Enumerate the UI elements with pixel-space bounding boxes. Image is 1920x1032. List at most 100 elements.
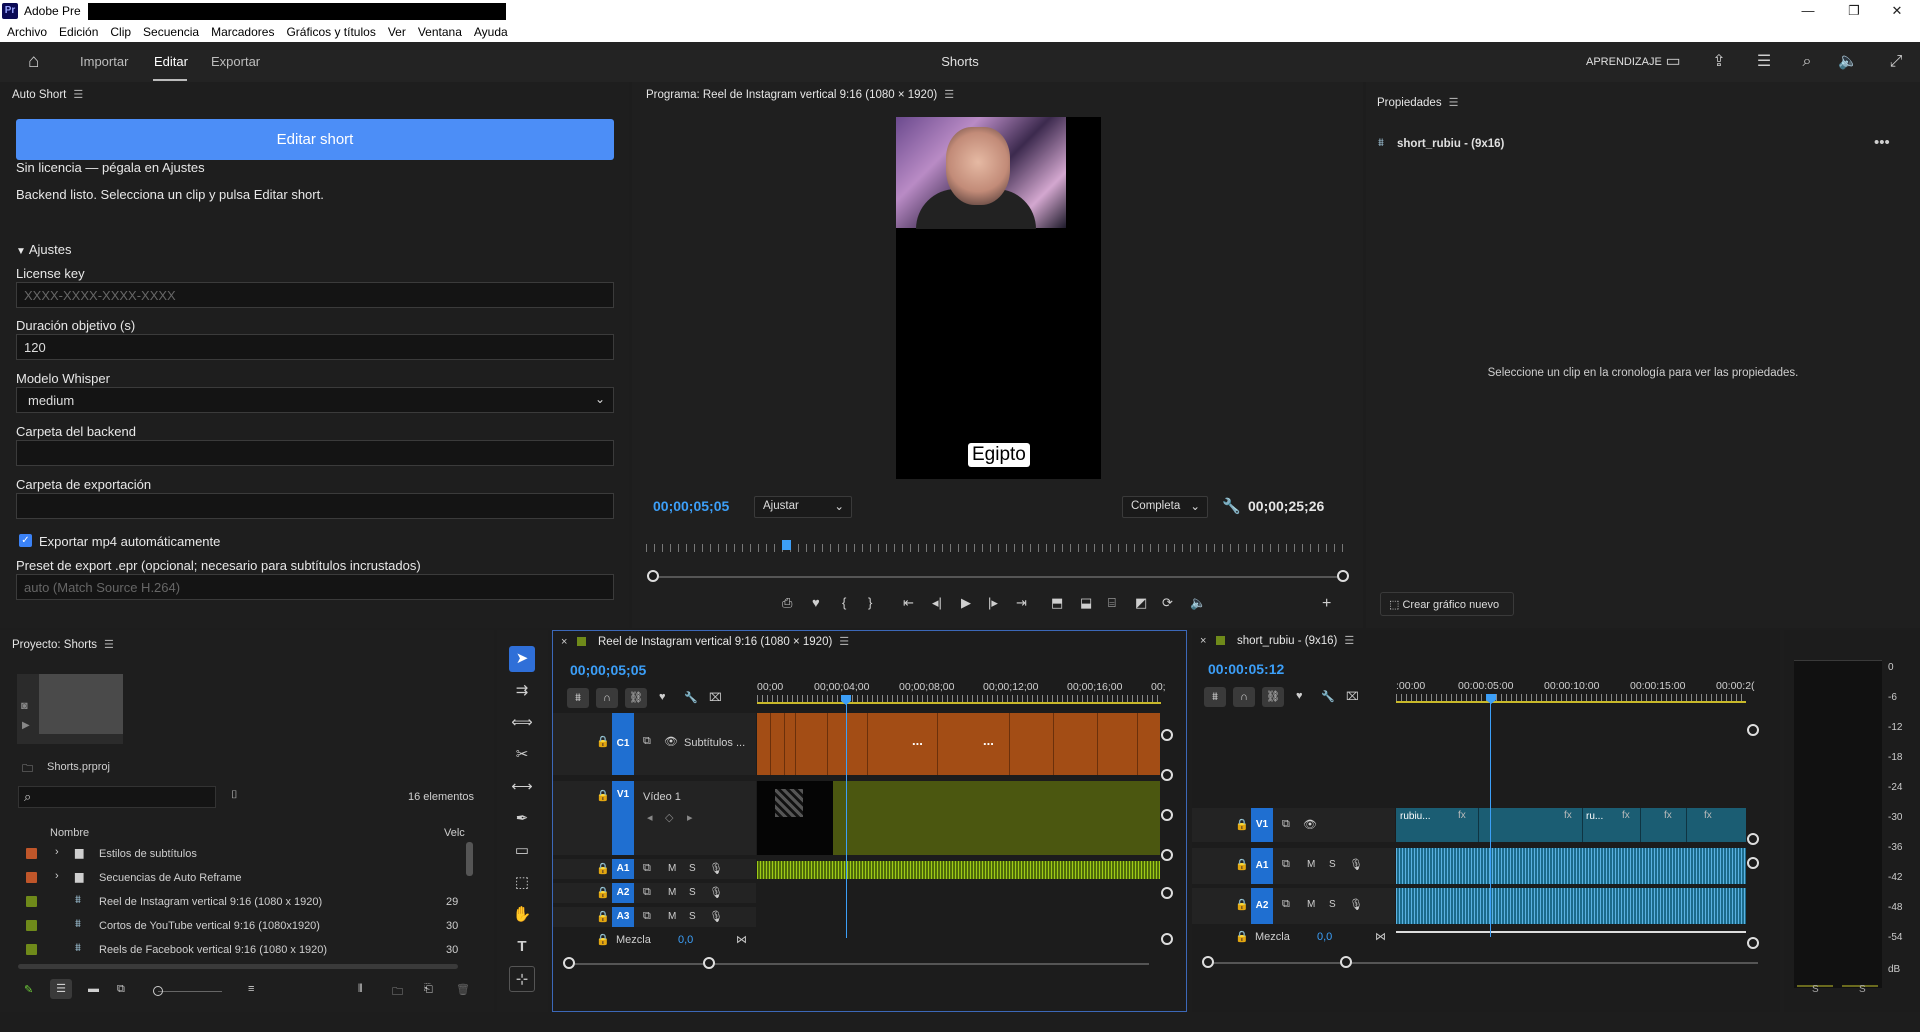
learning-link[interactable]: APRENDIZAJE [1586,56,1662,68]
microphone-icon[interactable]: 🎙 [1349,898,1363,911]
sync-lock-icon[interactable]: ⧉ [1282,898,1290,911]
mute-button[interactable]: M [668,887,676,898]
button-editor-icon[interactable]: + [1322,595,1331,613]
menu-ayuda[interactable]: Ayuda [474,25,508,39]
microphone-icon[interactable]: 🎙 [709,862,723,875]
menu-ventana[interactable]: Ventana [418,25,462,39]
selection-tool-icon[interactable]: ➤ [509,646,535,672]
linked-selection-icon[interactable]: ⛓ [1262,687,1284,707]
panel-menu-icon[interactable]: ☰ [944,88,954,101]
caption-clip[interactable] [867,713,905,775]
go-to-in-icon[interactable]: ⇤ [903,595,914,611]
caption-clip[interactable] [937,713,973,775]
next-keyframe-icon[interactable]: ▸ [687,811,693,824]
caption-clip[interactable] [784,713,795,775]
vscroll-handle[interactable] [1161,933,1173,945]
close-window-icon[interactable]: ✕ [1874,2,1920,20]
list-item[interactable]: › ▆ Secuencias de Auto Reframe [0,866,465,890]
solo-button[interactable]: S [689,911,696,922]
close-tab-icon[interactable]: × [1200,635,1206,647]
zoom-slider-handle[interactable] [153,986,163,996]
zoom-handle-right[interactable] [1337,570,1349,582]
collapse-icon[interactable]: ⋈ [736,933,747,946]
captions-icon[interactable]: ⌧ [709,691,722,704]
expand-icon[interactable]: › [55,846,59,858]
lock-icon[interactable]: 🔒 [596,735,610,748]
go-to-out-icon[interactable]: ⇥ [1016,595,1027,611]
list-view-icon[interactable]: ☰ [50,979,72,999]
hscroll-handle-left[interactable] [563,957,575,969]
timeline-hscroll[interactable] [569,963,1149,965]
audio-clip-a1[interactable] [1396,848,1746,884]
menu-marcadores[interactable]: Marcadores [211,25,274,39]
export-folder-input[interactable] [16,493,614,519]
snap-icon[interactable]: ∩ [596,688,618,708]
lock-icon[interactable]: 🔒 [1235,818,1249,831]
fit-select[interactable]: Ajustar ⌄ [754,496,852,518]
razor-tool-icon[interactable]: ✂ [509,742,535,768]
zoom-handle-left[interactable] [647,570,659,582]
mute-button[interactable]: M [668,863,676,874]
timeline-settings-icon[interactable]: 🔧 [1321,690,1335,703]
menu-graficos[interactable]: Gráficos y títulos [286,25,375,39]
track-target-v1[interactable]: V1 [1251,808,1273,842]
timeline-timecode[interactable]: 00:00:05:12 [1208,661,1284,677]
add-marker-icon[interactable]: ♥ [812,595,820,610]
icon-view-icon[interactable]: ▬ [88,983,99,995]
insert-marker-icon[interactable]: ⎙ [782,595,792,611]
add-marker-icon[interactable]: ♥ [1296,690,1303,702]
menu-secuencia[interactable]: Secuencia [143,25,199,39]
lock-icon[interactable]: 🔒 [596,862,610,875]
list-item[interactable]: ⩩ Reel de Instagram vertical 9:16 (1080 … [0,890,465,914]
vscroll-handle[interactable] [1747,857,1759,869]
list-item[interactable]: ⩩ Reels de Facebook vertical 9:16 (1080 … [0,938,465,962]
program-timecode[interactable]: 00;00;05;05 [653,498,729,514]
maximize-icon[interactable]: ❐ [1831,2,1877,20]
eye-icon[interactable]: 👁 [1303,818,1317,831]
list-item[interactable]: ⩩ Cortos de YouTube vertical 9:16 (1080x… [0,914,465,938]
lock-icon[interactable]: 🔒 [1235,858,1249,871]
project-search-input[interactable]: ⌕ [18,786,216,808]
vscroll-handle[interactable] [1747,724,1759,736]
fullscreen-icon[interactable]: ⤢ [1886,52,1906,72]
caption-clip[interactable] [795,713,811,775]
video-clips[interactable]: rubiu... fx fx ru... fx fx fx [1396,808,1746,842]
menu-ver[interactable]: Ver [388,25,406,39]
vscroll-handle[interactable] [1161,849,1173,861]
automate-icon[interactable]: ⫴ [358,983,363,996]
work-area-bar[interactable] [1396,701,1746,703]
mix-value[interactable]: 0,0 [1317,931,1332,943]
mark-in-icon[interactable]: { [842,595,846,610]
video-clip-thumbnail[interactable] [757,781,833,855]
snap-icon[interactable]: ∩ [1233,687,1255,707]
playhead-marker[interactable] [782,540,791,550]
track-target-a2[interactable]: A2 [612,883,634,903]
type-tool-icon[interactable]: T [509,934,535,960]
project-horizontal-scrollbar[interactable] [18,964,458,969]
audio-clip-a2[interactable] [1396,888,1746,924]
preset-input[interactable]: auto (Match Source H.264) [16,574,614,600]
new-bin-icon[interactable]: ⌷ [231,789,238,802]
panel-layout-icon[interactable]: ▭ [1663,52,1683,72]
step-forward-icon[interactable]: |▸ [988,595,998,611]
mute-button[interactable]: M [668,911,676,922]
sync-lock-icon[interactable]: ⧉ [1282,818,1290,831]
lift-icon[interactable]: ⬒ [1051,595,1063,611]
captions-icon[interactable]: ⌧ [1346,690,1359,703]
sync-lock-icon[interactable]: ⧉ [1282,858,1290,871]
minimize-icon[interactable]: — [1785,2,1831,20]
menu-archivo[interactable]: Archivo [7,25,47,39]
new-graphic-button[interactable]: ⬚ Crear gráfico nuevo [1380,592,1514,616]
toggle-proxy-icon[interactable]: ⟳ [1162,595,1173,611]
audio-clip[interactable] [757,861,1160,879]
export-frame-icon[interactable]: ⌸ [1108,595,1116,611]
lock-icon[interactable]: 🔒 [1235,930,1249,943]
panel-menu-icon[interactable]: ☰ [1449,96,1459,109]
edit-short-button[interactable]: Editar short [16,119,614,160]
zoom-slider[interactable] [158,991,222,992]
pen-tool-icon[interactable]: ✒ [509,806,535,832]
track-target-a2[interactable]: A2 [1251,888,1273,924]
panel-menu-icon[interactable]: ☰ [839,635,849,648]
solo-left-button[interactable]: S [1812,984,1819,995]
more-options-icon[interactable]: ••• [1874,134,1890,151]
